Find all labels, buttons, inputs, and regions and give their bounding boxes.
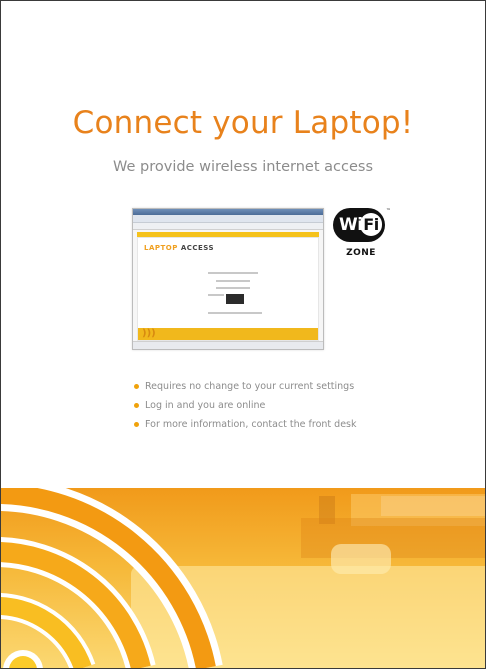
list-item: Requires no change to your current setti…: [134, 377, 357, 396]
wifi-zone-label: ZONE: [346, 248, 376, 258]
browser-toolbar: [133, 215, 323, 223]
list-item-text: Log in and you are online: [145, 400, 266, 411]
wifi-badge-fi: Fi: [360, 213, 382, 236]
list-item-text: For more information, contact the front …: [145, 419, 357, 430]
bullet-icon: [134, 422, 139, 427]
feature-list: Requires no change to your current setti…: [134, 377, 357, 434]
brand-word-1: LAPTOP: [144, 244, 178, 252]
login-button-mock: [226, 294, 244, 304]
login-page-content: LAPTOP ACCESS ))): [137, 237, 319, 341]
footer-strip: [138, 328, 318, 340]
list-item: Log in and you are online: [134, 396, 357, 415]
brand-word-2: ACCESS: [180, 244, 215, 252]
form-line: [216, 280, 250, 282]
bullet-icon: [134, 403, 139, 408]
bullet-icon: [134, 384, 139, 389]
wifi-swoosh-icon: ))): [142, 328, 156, 339]
page-title: Connect your Laptop!: [72, 105, 414, 141]
form-line: [216, 287, 250, 289]
browser-menubar: [133, 223, 323, 230]
list-item-text: Requires no change to your current setti…: [145, 381, 355, 392]
screenshot-brand: LAPTOP ACCESS: [144, 244, 214, 252]
form-line: [208, 272, 258, 274]
flyer-page: Connect your Laptop! We provide wireless…: [0, 0, 486, 669]
wifi-badge: Wi Fi: [333, 208, 385, 242]
form-line: [208, 294, 224, 296]
page-subtitle: We provide wireless internet access: [113, 159, 373, 175]
wifi-zone-logo: Wi Fi ™ ZONE: [331, 208, 391, 264]
wifi-arcs-graphic: [1, 488, 223, 668]
trademark-mark: ™: [386, 208, 391, 214]
list-item: For more information, contact the front …: [134, 415, 357, 434]
form-line: [208, 312, 262, 314]
browser-statusbar: [133, 341, 323, 349]
login-page-screenshot: LAPTOP ACCESS ))): [132, 208, 324, 350]
